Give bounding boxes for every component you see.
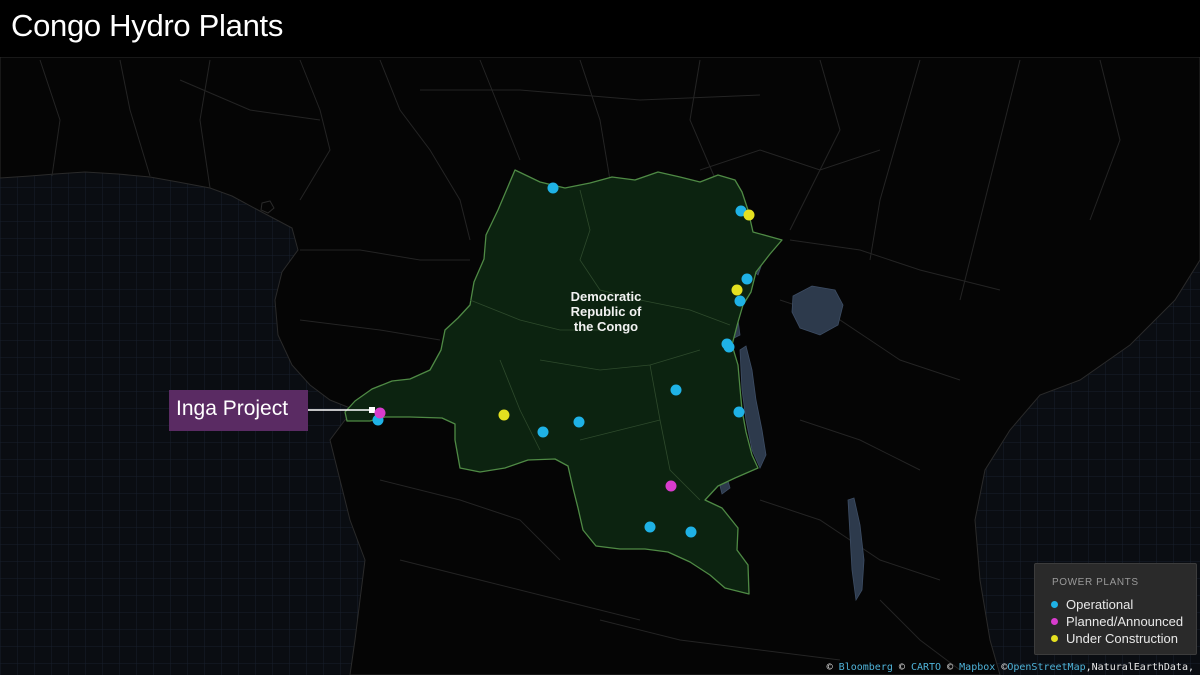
plant-marker[interactable] (741, 273, 753, 285)
copyright-symbol: © (898, 662, 905, 673)
legend-item-planned[interactable]: Planned/Announced (1051, 613, 1183, 629)
legend-label: Planned/Announced (1066, 613, 1184, 629)
callout-label: Inga Project (176, 397, 289, 420)
legend-item-under-construction[interactable]: Under Construction (1051, 630, 1178, 646)
plant-marker[interactable] (733, 406, 745, 418)
attribution-link-openstreetmap[interactable]: OpenStreetMap (1007, 662, 1085, 673)
inga-project-callout[interactable]: Inga Project (169, 390, 308, 431)
legend-label: Under Construction (1066, 630, 1178, 646)
page: Democratic Republic of the Congo Congo H… (0, 0, 1200, 675)
country-label-line: Republic of (571, 304, 642, 319)
map-attribution: © Bloomberg © CARTO © Mapbox ©OpenStreet… (827, 662, 1194, 673)
title-bar: Congo Hydro Plants (0, 0, 1200, 57)
planned-dot-icon (1051, 617, 1058, 625)
legend-title: POWER PLANTS (1052, 577, 1139, 588)
legend: POWER PLANTS Operational Planned/Announc… (1034, 563, 1197, 655)
plant-marker[interactable] (734, 295, 746, 307)
plant-marker[interactable] (685, 526, 697, 538)
plant-marker[interactable] (743, 209, 755, 221)
attribution-link-mapbox[interactable]: Mapbox (959, 662, 995, 673)
svg-text:DemocraticRepublic ofthe Congo: Democratic Republic of the Congo (571, 289, 642, 334)
country-label-drc: Democratic Republic of the Congo (571, 289, 642, 334)
page-title: Congo Hydro Plants (11, 8, 284, 43)
legend-label: Operational (1066, 596, 1134, 612)
plant-marker[interactable] (665, 480, 677, 492)
country-label-line: Democratic (571, 289, 642, 304)
legend-item-operational[interactable]: Operational (1051, 596, 1133, 612)
country-label-line: the Congo (574, 319, 638, 334)
map[interactable]: Democratic Republic of the Congo (0, 57, 1200, 675)
plant-marker[interactable] (498, 409, 510, 421)
plant-marker[interactable] (537, 426, 549, 438)
plant-marker[interactable] (723, 341, 735, 353)
callout-anchor-marker (369, 407, 375, 413)
attribution-tail: ,NaturalEarthData, (1085, 662, 1194, 673)
plant-marker[interactable] (573, 416, 585, 428)
attribution-link-bloomberg[interactable]: Bloomberg (839, 662, 893, 673)
plant-marker[interactable] (731, 284, 743, 296)
plant-marker[interactable] (547, 182, 559, 194)
plant-marker[interactable] (644, 521, 656, 533)
plant-marker[interactable] (670, 384, 682, 396)
operational-dot-icon (1051, 600, 1058, 608)
under-construction-dot-icon (1051, 634, 1058, 642)
copyright-symbol: © (947, 662, 954, 673)
plant-marker[interactable] (374, 407, 386, 419)
copyright-symbol: © (826, 662, 833, 673)
attribution-link-carto[interactable]: CARTO (911, 662, 941, 673)
